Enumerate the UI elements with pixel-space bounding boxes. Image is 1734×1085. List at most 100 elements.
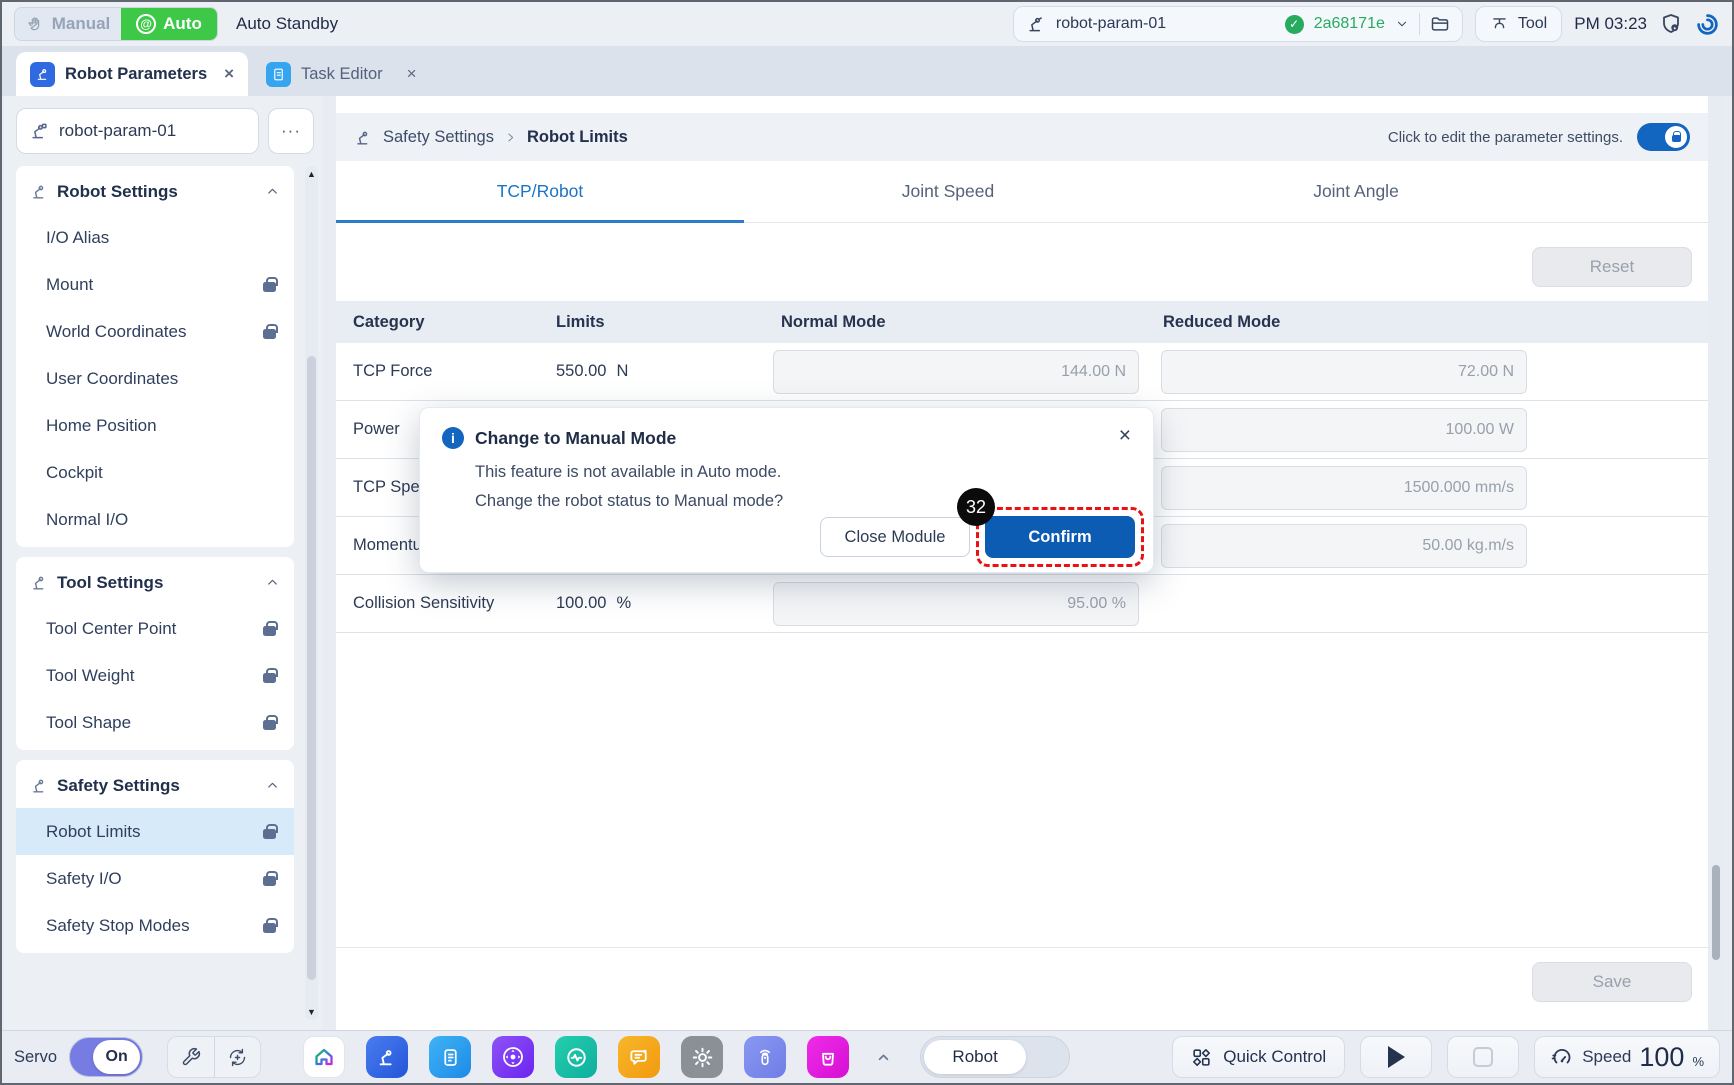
open-file-icon[interactable]	[1430, 14, 1450, 34]
lock-icon	[263, 324, 276, 339]
breadcrumb: Safety Settings Robot Limits Click to ed…	[336, 113, 1708, 161]
sidebar-item-safety-stop-modes[interactable]: Safety Stop Modes	[16, 902, 294, 949]
play-button[interactable]	[1360, 1036, 1432, 1078]
sidebar-item-tool-shape[interactable]: Tool Shape	[16, 699, 294, 746]
wrench-icon[interactable]	[168, 1037, 214, 1077]
close-module-button[interactable]: Close Module	[820, 517, 970, 557]
subtab-joint-angle[interactable]: Joint Angle	[1152, 161, 1560, 222]
scroll-up-icon[interactable]: ▲	[305, 169, 318, 179]
task-app-icon[interactable]	[429, 1036, 471, 1078]
reduced-mode-input[interactable]: 72.00 N	[1161, 350, 1527, 394]
edit-lock-toggle[interactable]	[1637, 123, 1690, 151]
manual-hand-icon	[26, 15, 45, 34]
sidebar-item-safety-io[interactable]: Safety I/O	[16, 855, 294, 902]
page-scrollbar[interactable]	[1710, 96, 1722, 1030]
stop-button[interactable]	[1447, 1036, 1519, 1078]
servo-toggle[interactable]: On	[69, 1037, 143, 1077]
reduced-mode-input[interactable]: 50.00 kg.m/s	[1161, 524, 1527, 568]
sidebar-item-world-coordinates[interactable]: World Coordinates	[16, 308, 294, 355]
sidebar-item-robot-limits[interactable]: Robot Limits	[16, 808, 294, 855]
close-icon[interactable]: ×	[1119, 425, 1131, 446]
sidebar-item-tool-weight[interactable]: Tool Weight	[16, 652, 294, 699]
section-robot-settings[interactable]: Robot Settings	[16, 169, 294, 214]
col-normal-mode: Normal Mode	[751, 313, 1151, 332]
robot-app-icon[interactable]	[366, 1036, 408, 1078]
message-app-icon[interactable]	[618, 1036, 660, 1078]
chevron-up-icon[interactable]	[265, 778, 280, 793]
speed-button[interactable]: Speed 100 %	[1534, 1036, 1720, 1078]
jog-app-icon[interactable]	[492, 1036, 534, 1078]
lock-icon	[263, 668, 276, 683]
robot-arm-icon	[1026, 14, 1046, 34]
lock-icon	[263, 918, 276, 933]
scrollbar-thumb[interactable]	[307, 356, 316, 980]
manual-mode-button[interactable]: Manual	[15, 8, 121, 40]
expand-apps-chevron-icon[interactable]	[875, 1049, 892, 1066]
sidebar-item-mount[interactable]: Mount	[16, 261, 294, 308]
remote-app-icon[interactable]	[744, 1036, 786, 1078]
monitor-app-icon[interactable]	[555, 1036, 597, 1078]
tool-button[interactable]: Tool	[1475, 6, 1562, 42]
item-label: User Coordinates	[46, 369, 178, 389]
settings-app-icon[interactable]	[681, 1036, 723, 1078]
chevron-down-icon[interactable]	[1395, 17, 1409, 31]
clock-text: PM 03:23	[1574, 14, 1647, 34]
tab-robot-parameters[interactable]: Robot Parameters ×	[16, 52, 248, 96]
normal-mode-input[interactable]: 95.00 %	[773, 582, 1139, 626]
tutorial-step-badge: 32	[957, 488, 995, 526]
jog-refresh-icon[interactable]	[214, 1037, 260, 1077]
section-safety-settings[interactable]: Safety Settings	[16, 763, 294, 808]
lock-icon	[263, 824, 276, 839]
parameter-file-pill[interactable]: robot-param-01 ✓ 2a68171e	[1013, 6, 1463, 42]
shield-lock-icon[interactable]	[1659, 12, 1683, 36]
normal-mode-input[interactable]: 144.00 N	[773, 350, 1139, 394]
section-tool-settings[interactable]: Tool Settings	[16, 560, 294, 605]
reset-button[interactable]: Reset	[1532, 247, 1692, 287]
subtab-joint-speed[interactable]: Joint Speed	[744, 161, 1152, 222]
subtab-tcp-robot[interactable]: TCP/Robot	[336, 161, 744, 222]
robot-mode-switch[interactable]: Robot	[920, 1036, 1070, 1078]
recovery-spiral-icon[interactable]	[1695, 12, 1720, 37]
item-label: Safety Stop Modes	[46, 916, 190, 936]
tool-gripper-icon	[1490, 15, 1509, 34]
sidebar-item-cockpit[interactable]: Cockpit	[16, 449, 294, 496]
row-category: Collision Sensitivity	[336, 594, 526, 613]
save-button[interactable]: Save	[1532, 962, 1692, 1002]
robot-arm-icon	[29, 121, 49, 141]
tool-button-group	[167, 1036, 261, 1078]
tab-task-editor[interactable]: Task Editor ×	[252, 52, 431, 96]
scrollbar-thumb[interactable]	[1712, 865, 1720, 960]
sidebar-item-normal-io[interactable]: Normal I/O	[16, 496, 294, 543]
close-icon[interactable]: ×	[224, 64, 234, 84]
robot-arm-icon	[354, 128, 373, 147]
chevron-up-icon[interactable]	[265, 184, 280, 199]
sidebar-item-user-coordinates[interactable]: User Coordinates	[16, 355, 294, 402]
scroll-down-icon[interactable]: ▼	[305, 1007, 318, 1017]
more-options-button[interactable]: ···	[268, 108, 314, 154]
sidebar-scrollbar[interactable]: ▲ ▼	[305, 166, 318, 1020]
sidebar-item-io-alias[interactable]: I/O Alias	[16, 214, 294, 261]
reduced-mode-input[interactable]: 100.00 W	[1161, 408, 1527, 452]
table-row: Collision Sensitivity 100.00% 95.00 %	[336, 575, 1708, 633]
servo-label: Servo	[14, 1048, 57, 1067]
version-check-icon: ✓	[1285, 15, 1304, 34]
close-icon[interactable]: ×	[407, 64, 417, 84]
chevron-up-icon[interactable]	[265, 575, 280, 590]
change-to-manual-mode-dialog: i Change to Manual Mode × This feature i…	[419, 407, 1154, 573]
robot-status-text: Auto Standby	[236, 14, 338, 34]
home-app-icon[interactable]	[303, 1036, 345, 1078]
reduced-mode-input[interactable]: 1500.000 mm/s	[1161, 466, 1527, 510]
auto-mode-button[interactable]: @ Auto	[121, 8, 217, 40]
chevron-right-icon	[504, 131, 517, 144]
store-app-icon[interactable]	[807, 1036, 849, 1078]
confirm-button[interactable]: Confirm	[985, 516, 1135, 558]
sidebar-item-tool-center-point[interactable]: Tool Center Point	[16, 605, 294, 652]
quick-control-button[interactable]: Quick Control	[1172, 1036, 1345, 1078]
param-name-field[interactable]: robot-param-01	[16, 108, 259, 154]
sidebar-item-home-position[interactable]: Home Position	[16, 402, 294, 449]
module-tab-strip: Robot Parameters × Task Editor ×	[2, 46, 1732, 96]
section-title: Tool Settings	[57, 573, 163, 593]
speed-value: 100	[1639, 1042, 1684, 1073]
breadcrumb-parent[interactable]: Safety Settings	[383, 128, 494, 147]
divider	[1419, 13, 1420, 35]
